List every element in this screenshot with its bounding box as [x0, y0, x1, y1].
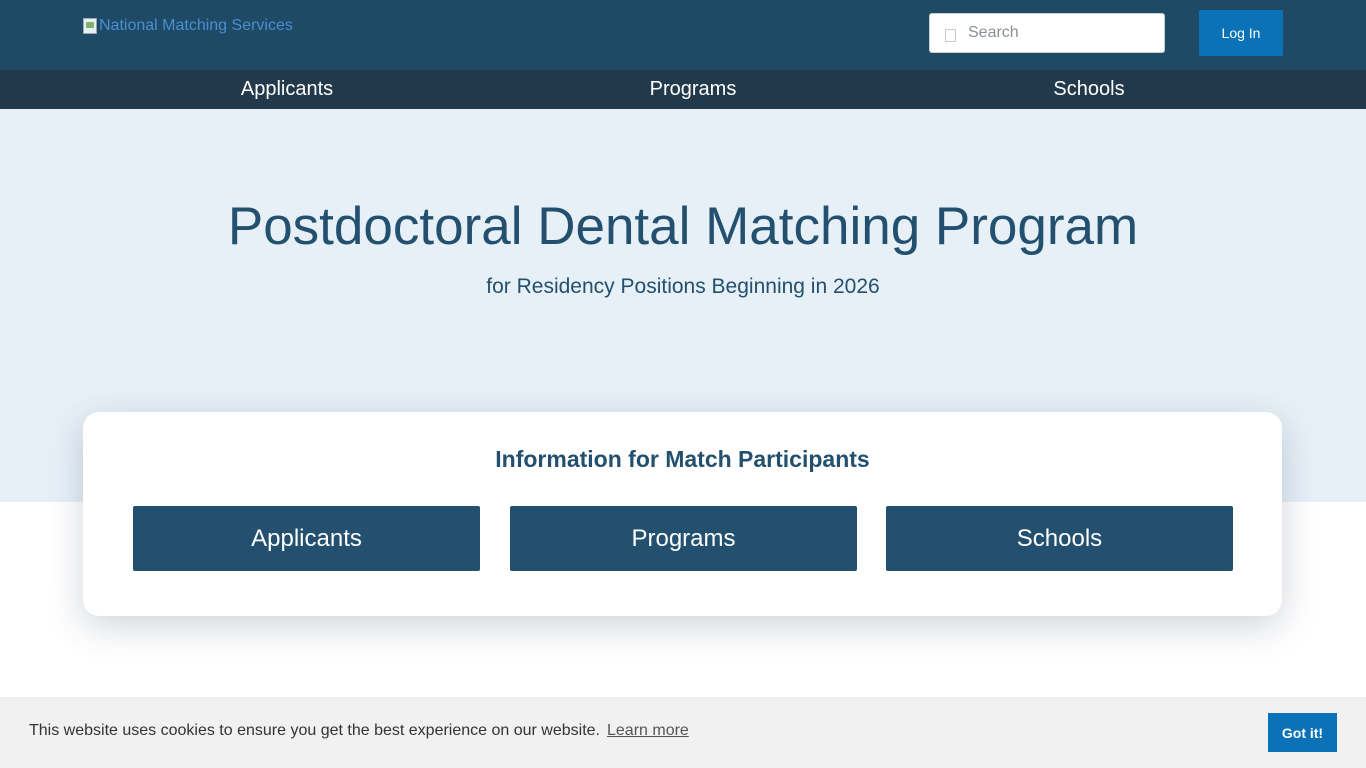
applicants-button[interactable]: Applicants	[133, 506, 480, 571]
top-header: National Matching Services Log In	[0, 0, 1366, 70]
got-it-button[interactable]: Got it!	[1268, 713, 1337, 752]
nav-item-applicants[interactable]: Applicants	[241, 70, 333, 109]
logo-alt-text: National Matching Services	[99, 17, 293, 34]
page-subtitle: for Residency Positions Beginning in 202…	[486, 275, 880, 298]
programs-button[interactable]: Programs	[510, 506, 857, 571]
nav-item-schools[interactable]: Schools	[1053, 70, 1124, 109]
site-logo[interactable]: National Matching Services	[83, 17, 293, 35]
search-box[interactable]	[929, 13, 1165, 53]
broken-image-icon	[83, 18, 97, 34]
login-button[interactable]: Log In	[1199, 10, 1283, 56]
learn-more-link[interactable]: Learn more	[607, 722, 689, 740]
card-title: Information for Match Participants	[495, 446, 870, 472]
cookie-banner: This website uses cookies to ensure you …	[0, 697, 1366, 768]
nav-item-programs[interactable]: Programs	[650, 70, 737, 109]
main-nav: Applicants Programs Schools	[0, 70, 1366, 109]
page-title: Postdoctoral Dental Matching Program	[227, 197, 1139, 256]
schools-button[interactable]: Schools	[886, 506, 1233, 571]
cookie-message: This website uses cookies to ensure you …	[29, 722, 600, 739]
search-icon	[945, 28, 956, 42]
search-input[interactable]	[968, 24, 1148, 42]
participants-card: Information for Match Participants Appli…	[83, 412, 1282, 616]
